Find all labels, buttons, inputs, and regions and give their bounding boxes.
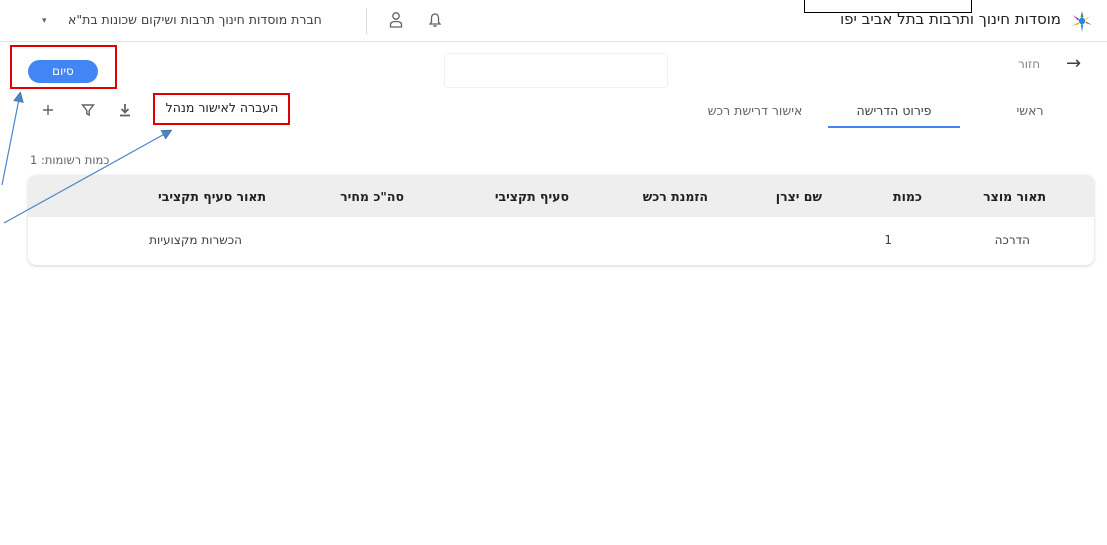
table-header: תאור מוצר כמות שם יצרן הזמנת רכש סעיף תק… — [28, 175, 1094, 217]
column-header-manufacturer[interactable]: שם יצרן — [776, 189, 822, 204]
tab-main[interactable]: ראשי — [990, 103, 1070, 118]
download-icon[interactable] — [117, 102, 133, 118]
search-input[interactable] — [445, 54, 667, 87]
chevron-down-icon[interactable]: ▾ — [42, 16, 47, 26]
column-header-product-description[interactable]: תאור מוצר — [983, 189, 1046, 204]
user-icon[interactable] — [388, 11, 404, 29]
tab-request-details[interactable]: פירוט הדרישה — [838, 103, 950, 118]
table-cell-budget-item-description: הכשרות מקצועיות — [149, 233, 242, 247]
back-arrow-icon[interactable]: → — [1066, 53, 1081, 74]
column-header-budget-item-description[interactable]: תאור סעיף תקציבי — [158, 189, 266, 204]
filter-icon[interactable] — [80, 102, 96, 118]
org-selector[interactable]: חברת מוסדות חינוך תרבות ושיקום שכונות בת… — [68, 12, 322, 27]
top-bar: מוסדות חינוך ותרבות בתל אביב יפו חברת מו… — [0, 0, 1107, 42]
bell-icon[interactable] — [427, 12, 443, 28]
header-divider — [366, 8, 367, 34]
active-tab-indicator — [828, 126, 960, 128]
column-header-quantity[interactable]: כמות — [893, 189, 922, 204]
annotation-arrow-finish — [1, 94, 20, 186]
column-header-budget-item[interactable]: סעיף תקציבי — [495, 189, 569, 204]
finish-highlight-box — [10, 45, 117, 89]
table-cell-quantity: 1 — [884, 233, 892, 247]
records-count: כמות רשומות: 1 — [30, 153, 110, 167]
logo-icon — [1072, 11, 1092, 32]
data-table: תאור מוצר כמות שם יצרן הזמנת רכש סעיף תק… — [28, 175, 1094, 265]
add-icon[interactable] — [40, 102, 56, 118]
app-title: מוסדות חינוך ותרבות בתל אביב יפו — [840, 10, 1061, 28]
transfer-highlight-box — [153, 93, 290, 125]
column-header-purchase-order[interactable]: הזמנת רכש — [643, 189, 708, 204]
back-link[interactable]: חזור — [1018, 57, 1040, 71]
tab-purchase-approval[interactable]: אישור דרישת רכש — [690, 103, 820, 118]
column-header-total-price[interactable]: סה"כ מחיר — [340, 189, 404, 204]
table-cell-product-description: הדרכה — [994, 233, 1030, 247]
